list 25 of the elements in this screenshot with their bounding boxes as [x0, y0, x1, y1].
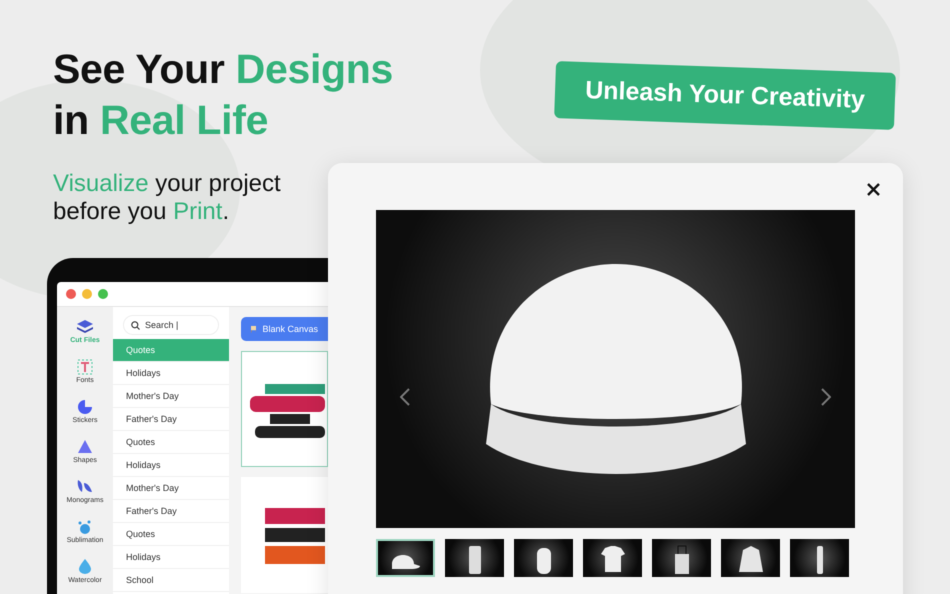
triangle-icon: [78, 440, 92, 453]
search-field[interactable]: Search |: [123, 315, 219, 335]
droplet-icon: [79, 559, 91, 574]
subtitle: Visualize your project before you Print.: [53, 170, 282, 226]
close-icon[interactable]: [867, 183, 880, 196]
product-thumbnail[interactable]: [721, 539, 780, 577]
product-thumbnail[interactable]: [790, 539, 849, 577]
splash-icon: [76, 520, 93, 534]
search-icon: [131, 321, 140, 330]
product-thumbnail[interactable]: [652, 539, 711, 577]
close-window-icon[interactable]: [66, 289, 76, 299]
product-thumbnail[interactable]: [583, 539, 642, 577]
headline: See Your Designs in Real Life: [53, 45, 394, 145]
layers-icon: [77, 320, 93, 334]
easel-icon: [251, 323, 256, 335]
product-thumbnail[interactable]: [514, 539, 573, 577]
product-thumbnail[interactable]: [445, 539, 504, 577]
sticker-icon: [78, 400, 92, 414]
blank-canvas-button[interactable]: Blank Canvas: [241, 317, 328, 341]
text-tool-icon: [76, 358, 93, 374]
leaves-icon: [77, 480, 93, 494]
chevron-left-icon[interactable]: [400, 388, 410, 406]
product-thumbnail[interactable]: [376, 539, 435, 577]
chevron-right-icon[interactable]: [821, 388, 831, 406]
design-card[interactable]: [241, 351, 328, 467]
